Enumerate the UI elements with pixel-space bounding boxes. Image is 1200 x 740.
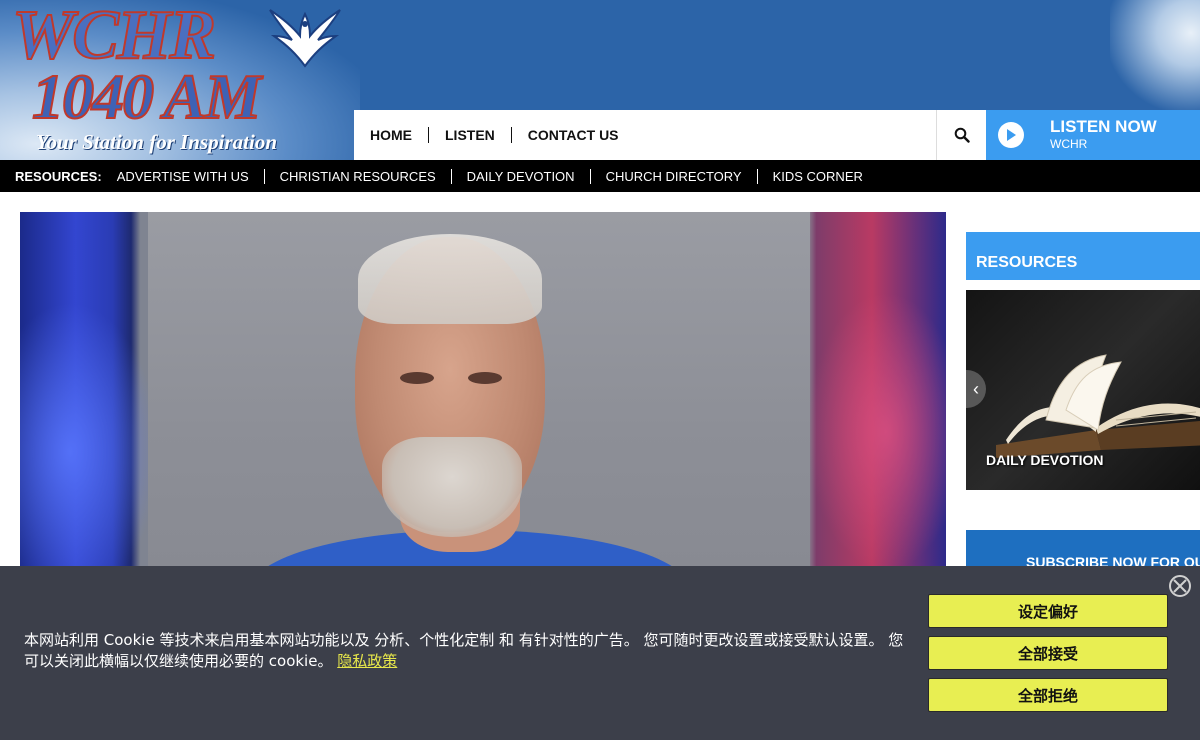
reject-all-button[interactable]: 全部拒绝 xyxy=(928,678,1168,712)
main-nav: HOME LISTEN CONTACT US xyxy=(354,110,936,160)
sidebar-resources-heading: RESOURCES xyxy=(966,232,1200,280)
listen-now-title: LISTEN NOW xyxy=(1050,117,1157,136)
resource-link-advertise[interactable]: ADVERTISE WITH US xyxy=(117,169,264,184)
red-light-glow xyxy=(806,292,946,572)
logo-frequency: 1040 AM xyxy=(31,60,262,133)
resource-link-daily-devotion[interactable]: DAILY DEVOTION xyxy=(450,168,590,184)
accept-all-button[interactable]: 全部接受 xyxy=(928,636,1168,670)
blue-light-glow xyxy=(20,302,160,572)
listen-now-station: WCHR xyxy=(1050,137,1088,151)
nav-listen[interactable]: LISTEN xyxy=(428,127,511,143)
article-hero-image[interactable] xyxy=(20,212,946,572)
resource-link-christian-resources[interactable]: CHRISTIAN RESOURCES xyxy=(263,168,451,184)
card-caption: DAILY DEVOTION xyxy=(986,452,1104,468)
search-button[interactable] xyxy=(936,110,986,160)
resource-link-church-directory[interactable]: CHURCH DIRECTORY xyxy=(589,168,757,184)
bible-image xyxy=(996,354,1200,458)
cookie-message: 本网站利用 Cookie 等技术来启用基本网站功能以及 分析、个性化定制 和 有… xyxy=(24,630,909,672)
person-beard xyxy=(382,437,522,537)
site-header: WCHR 1040 AM Your Station for Inspiratio… xyxy=(0,0,1200,160)
person-eye-right xyxy=(468,372,502,384)
chevron-left-icon: ‹ xyxy=(973,378,979,399)
daily-devotion-card[interactable]: ‹ DAILY DEVOTION xyxy=(966,290,1200,490)
close-icon[interactable] xyxy=(1168,574,1192,598)
set-preferences-button[interactable]: 设定偏好 xyxy=(928,594,1168,628)
nav-home[interactable]: HOME xyxy=(370,127,428,143)
cookie-message-text: 本网站利用 Cookie 等技术来启用基本网站功能以及 分析、个性化定制 和 有… xyxy=(24,631,904,670)
listen-now-button[interactable]: LISTEN NOW WCHR xyxy=(986,110,1200,160)
station-logo[interactable]: WCHR 1040 AM Your Station for Inspiratio… xyxy=(8,0,353,158)
logo-tagline: Your Station for Inspiration xyxy=(36,130,278,154)
listen-now-text: LISTEN NOW WCHR xyxy=(1050,118,1157,152)
header-cloud-background xyxy=(1110,0,1200,110)
privacy-policy-link[interactable]: 隐私政策 xyxy=(337,652,397,670)
nav-contact-us[interactable]: CONTACT US xyxy=(510,127,635,143)
carousel-prev-button[interactable]: ‹ xyxy=(966,370,986,408)
play-icon xyxy=(998,122,1024,148)
resource-link-kids-corner[interactable]: KIDS CORNER xyxy=(756,168,878,184)
page: WCHR 1040 AM Your Station for Inspiratio… xyxy=(0,0,1200,740)
dove-icon xyxy=(269,9,341,68)
person-eye-left xyxy=(400,372,434,384)
resources-label: RESOURCES: xyxy=(15,168,102,184)
person-hair xyxy=(358,234,542,324)
resources-bar: RESOURCES: ADVERTISE WITH US CHRISTIAN R… xyxy=(0,160,1200,192)
search-icon xyxy=(954,127,970,143)
